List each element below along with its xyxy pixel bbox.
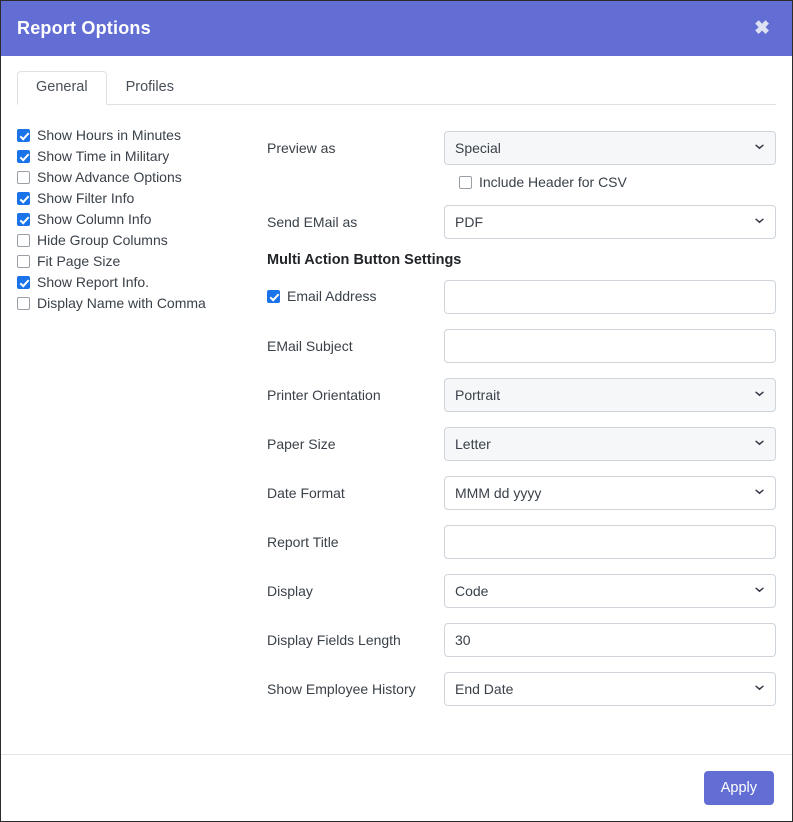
email-address-control: [444, 279, 776, 314]
email-subject-label: EMail Subject: [267, 337, 353, 354]
option-hide-group-columns[interactable]: Hide Group Columns: [17, 230, 249, 251]
tab-general[interactable]: General: [17, 70, 107, 105]
field-report-title: Report Title: [267, 517, 776, 566]
field-printer-orientation: Printer Orientation Portrait: [267, 370, 776, 419]
display-select[interactable]: Code: [444, 573, 776, 608]
printer-orientation-label: Printer Orientation: [267, 386, 381, 403]
printer-orientation-control: Portrait: [444, 377, 776, 412]
report-options-dialog: Report Options ✖ General Profiles Show H…: [0, 0, 793, 822]
option-label: Display Name with Comma: [37, 295, 206, 312]
field-preview-as: Preview as Special: [267, 123, 776, 172]
option-show-time-in-military-checkbox[interactable]: [17, 150, 30, 163]
option-label: Show Filter Info: [37, 190, 135, 207]
field-display-fields-length: Display Fields Length: [267, 615, 776, 664]
tab-profiles[interactable]: Profiles: [107, 71, 193, 105]
email-subject-input[interactable]: [444, 328, 776, 363]
send-email-as-label: Send EMail as: [267, 213, 358, 230]
option-label: Show Advance Options: [37, 169, 182, 186]
dialog-titlebar: Report Options ✖: [1, 1, 792, 56]
field-include-header-csv[interactable]: Include Header for CSV: [267, 169, 776, 195]
email-address-label: Email Address: [287, 288, 377, 305]
email-subject-control: [444, 328, 776, 363]
field-date-format: Date Format MMM dd yyyy: [267, 468, 776, 517]
paper-size-label: Paper Size: [267, 435, 336, 452]
preview-as-control: Special: [444, 130, 776, 165]
printer-orientation-select[interactable]: Portrait: [444, 377, 776, 412]
option-show-time-in-military[interactable]: Show Time in Military: [17, 146, 249, 167]
display-fields-length-input[interactable]: [444, 622, 776, 657]
dialog-content: Show Hours in Minutes Show Time in Milit…: [1, 105, 792, 804]
field-send-email-as: Send EMail as PDF: [267, 197, 776, 246]
include-header-csv-label: Include Header for CSV: [479, 173, 627, 190]
option-show-advance-options[interactable]: Show Advance Options: [17, 167, 249, 188]
option-show-report-info[interactable]: Show Report Info.: [17, 272, 249, 293]
show-employee-history-control: End Date: [444, 671, 776, 706]
option-display-name-with-comma[interactable]: Display Name with Comma: [17, 293, 249, 314]
option-label: Show Time in Military: [37, 148, 170, 165]
report-title-label: Report Title: [267, 533, 339, 550]
send-email-as-select[interactable]: PDF: [444, 204, 776, 239]
field-email-address: Email Address: [267, 272, 776, 321]
email-address-checkbox[interactable]: [267, 289, 280, 303]
field-paper-size: Paper Size Letter: [267, 419, 776, 468]
dialog-title: Report Options: [17, 18, 151, 38]
option-fit-page-size[interactable]: Fit Page Size: [17, 251, 249, 272]
tab-list: General Profiles: [17, 70, 776, 105]
settings-form: Preview as Special Include Header for CS…: [249, 123, 776, 804]
show-employee-history-select[interactable]: End Date: [444, 671, 776, 706]
option-show-hours-in-minutes-checkbox[interactable]: [17, 129, 30, 142]
paper-size-select[interactable]: Letter: [444, 426, 776, 461]
paper-size-control: Letter: [444, 426, 776, 461]
option-show-column-info-checkbox[interactable]: [17, 213, 30, 226]
include-header-csv-checkbox[interactable]: [459, 175, 472, 189]
field-show-employee-history: Show Employee History End Date: [267, 664, 776, 713]
option-show-hours-in-minutes[interactable]: Show Hours in Minutes: [17, 125, 249, 146]
option-label: Show Column Info: [37, 211, 152, 228]
option-hide-group-columns-checkbox[interactable]: [17, 234, 30, 247]
date-format-select[interactable]: MMM dd yyyy: [444, 475, 776, 510]
option-display-name-with-comma-checkbox[interactable]: [17, 297, 30, 310]
multi-action-button-settings-heading: Multi Action Button Settings: [267, 252, 462, 268]
date-format-control: MMM dd yyyy: [444, 475, 776, 510]
date-format-label: Date Format: [267, 484, 345, 501]
options-checklist: Show Hours in Minutes Show Time in Milit…: [17, 123, 249, 804]
preview-as-label: Preview as: [267, 139, 336, 156]
option-label: Show Hours in Minutes: [37, 127, 181, 144]
display-fields-length-label: Display Fields Length: [267, 631, 401, 648]
field-email-subject: EMail Subject: [267, 321, 776, 370]
option-show-advance-options-checkbox[interactable]: [17, 171, 30, 184]
option-show-report-info-checkbox[interactable]: [17, 276, 30, 289]
tabs-container: General Profiles: [1, 56, 792, 105]
report-title-input[interactable]: [444, 524, 776, 559]
send-email-as-control: PDF: [444, 204, 776, 239]
display-label: Display: [267, 582, 313, 599]
field-display: Display Code: [267, 566, 776, 615]
option-show-column-info[interactable]: Show Column Info: [17, 209, 249, 230]
email-address-toggle[interactable]: Email Address: [267, 288, 444, 305]
option-label: Fit Page Size: [37, 253, 121, 270]
close-icon[interactable]: ✖: [750, 17, 774, 40]
option-label: Show Report Info.: [37, 274, 150, 291]
email-address-input[interactable]: [444, 279, 776, 314]
display-control: Code: [444, 573, 776, 608]
option-show-filter-info-checkbox[interactable]: [17, 192, 30, 205]
show-employee-history-label: Show Employee History: [267, 680, 416, 697]
preview-as-select[interactable]: Special: [444, 130, 776, 165]
display-fields-length-control: [444, 622, 776, 657]
option-show-filter-info[interactable]: Show Filter Info: [17, 188, 249, 209]
apply-button[interactable]: Apply: [703, 771, 774, 805]
option-label: Hide Group Columns: [37, 232, 168, 249]
dialog-footer: Apply: [1, 754, 792, 821]
option-fit-page-size-checkbox[interactable]: [17, 255, 30, 268]
report-title-control: [444, 524, 776, 559]
